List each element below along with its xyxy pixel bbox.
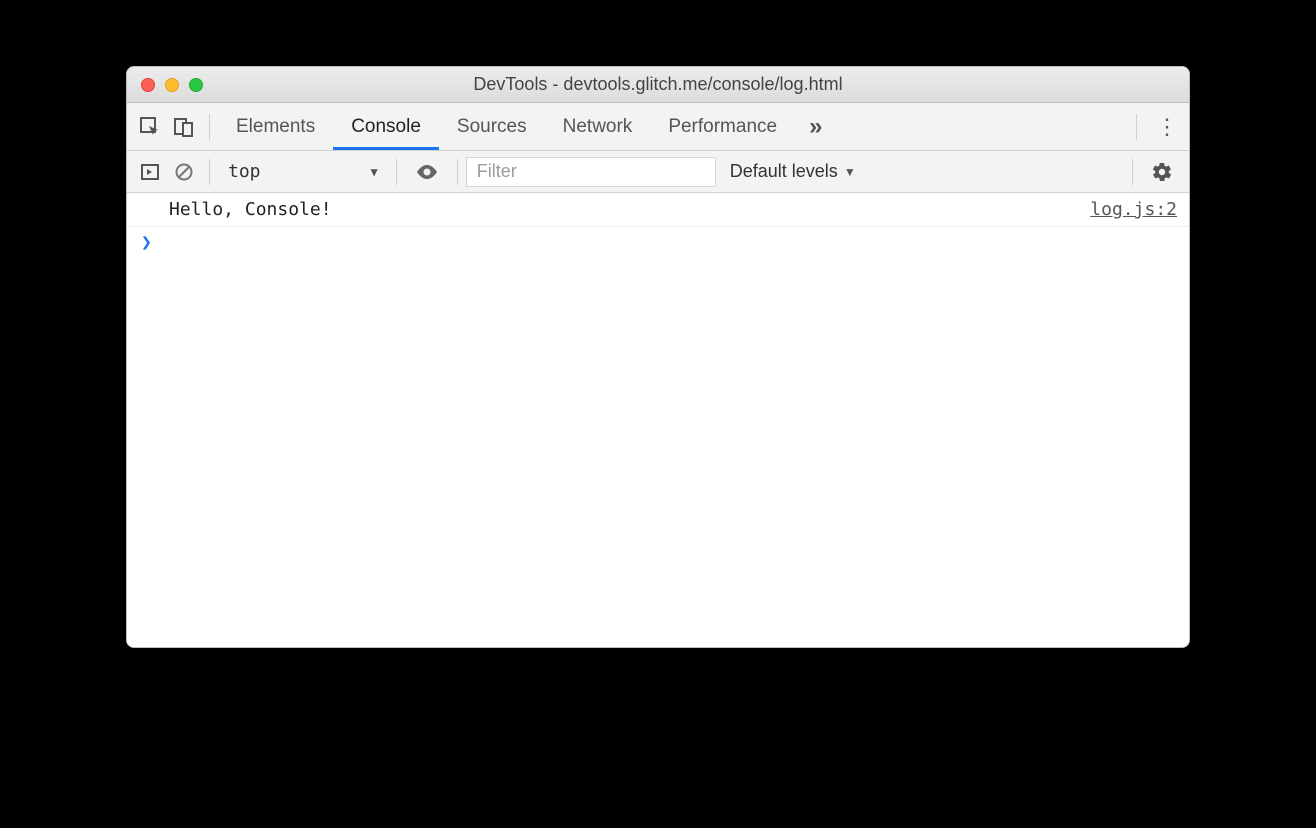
console-prompt[interactable]: ❯ [127, 227, 1189, 257]
more-options-icon[interactable]: ⋮ [1145, 114, 1189, 140]
filter-input[interactable] [466, 157, 716, 187]
console-settings-icon[interactable] [1141, 161, 1183, 183]
tab-console[interactable]: Console [333, 103, 439, 150]
traffic-lights [127, 78, 203, 92]
titlebar: DevTools - devtools.glitch.me/console/lo… [127, 67, 1189, 103]
minimize-window-button[interactable] [165, 78, 179, 92]
tab-performance[interactable]: Performance [650, 103, 795, 150]
divider [1136, 114, 1137, 140]
console-toolbar: top ▼ Default levels ▼ [127, 151, 1189, 193]
context-label: top [228, 161, 261, 182]
console-body: Hello, Console! log.js:2 ❯ [127, 193, 1189, 647]
close-window-button[interactable] [141, 78, 155, 92]
tabbar: Elements Console Sources Network Perform… [127, 103, 1189, 151]
devtools-window: DevTools - devtools.glitch.me/console/lo… [126, 66, 1190, 648]
log-message: Hello, Console! [169, 199, 1090, 220]
divider [209, 114, 210, 140]
chevron-down-icon: ▼ [371, 165, 378, 179]
divider [1132, 159, 1133, 185]
divider [209, 159, 210, 185]
levels-label: Default levels [730, 161, 838, 182]
live-expression-icon[interactable] [415, 160, 439, 184]
divider [396, 159, 397, 185]
inspect-element-icon[interactable] [133, 116, 167, 138]
toggle-sidebar-icon[interactable] [133, 162, 167, 182]
device-toolbar-icon[interactable] [167, 116, 201, 138]
more-tabs-icon[interactable]: » [795, 113, 836, 141]
window-title: DevTools - devtools.glitch.me/console/lo… [127, 74, 1189, 95]
console-log-row: Hello, Console! log.js:2 [127, 193, 1189, 227]
divider [457, 159, 458, 185]
log-source-link[interactable]: log.js:2 [1090, 199, 1177, 220]
prompt-caret-icon: ❯ [141, 232, 152, 253]
context-selector[interactable]: top ▼ [218, 161, 388, 182]
log-levels-selector[interactable]: Default levels ▼ [716, 161, 870, 182]
tab-elements[interactable]: Elements [218, 103, 333, 150]
clear-console-icon[interactable] [167, 162, 201, 182]
chevron-down-icon: ▼ [844, 165, 856, 179]
tab-network[interactable]: Network [545, 103, 651, 150]
zoom-window-button[interactable] [189, 78, 203, 92]
tab-sources[interactable]: Sources [439, 103, 545, 150]
